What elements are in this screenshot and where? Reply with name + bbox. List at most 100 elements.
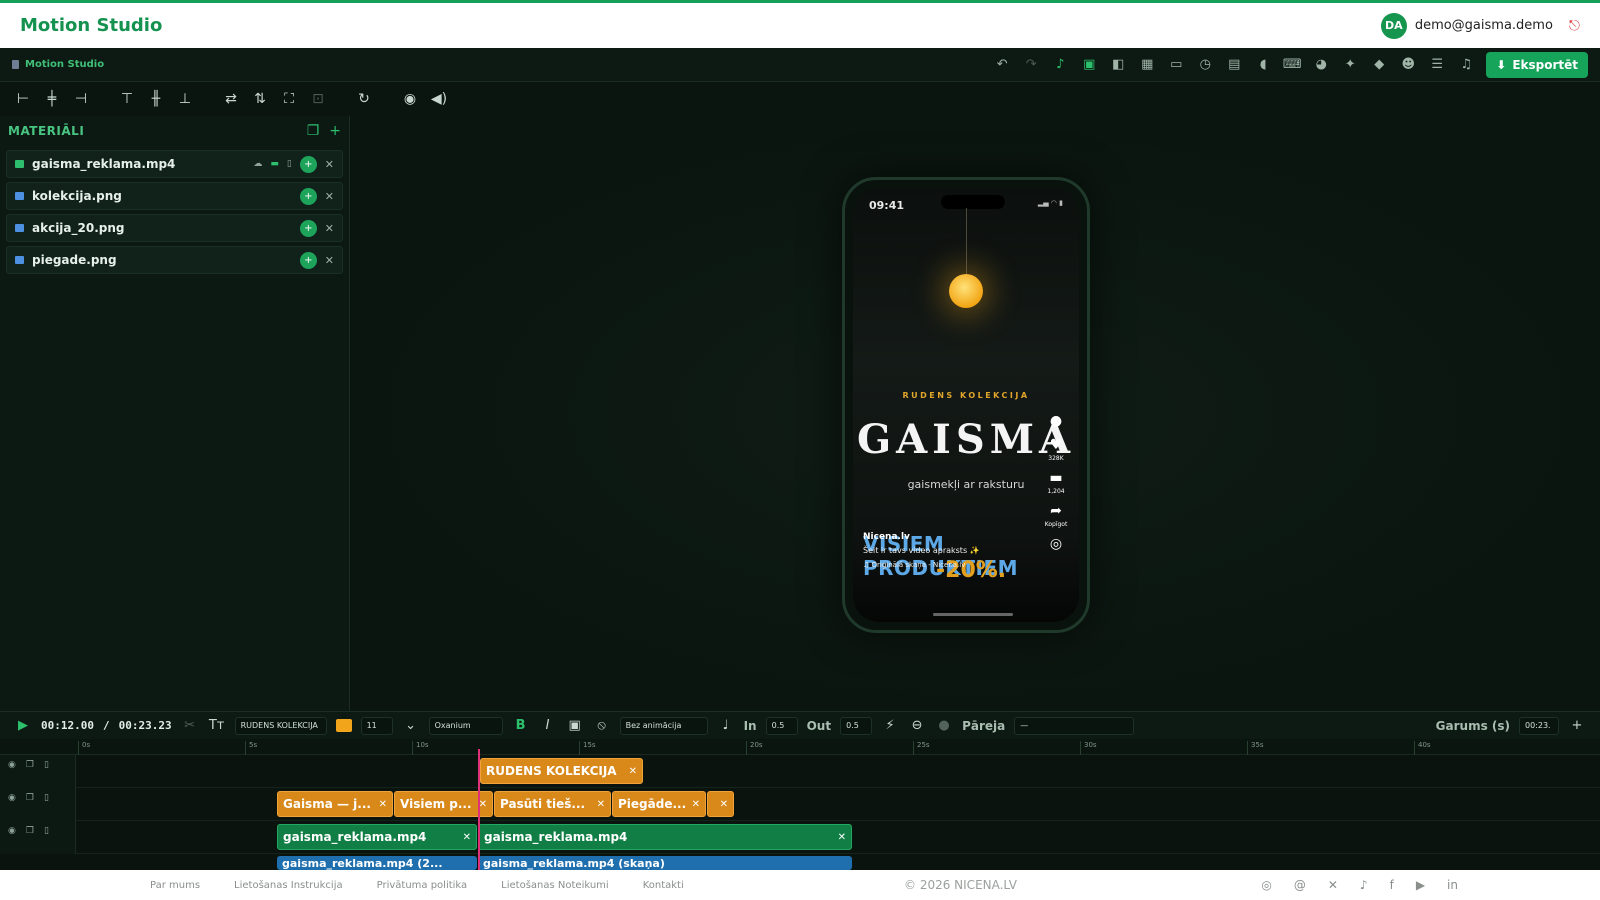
film-icon[interactable]: ▬: [270, 159, 279, 169]
color-swatch[interactable]: [335, 719, 352, 732]
eye-icon[interactable]: ◉: [8, 760, 16, 770]
italic-icon[interactable]: I: [539, 717, 557, 735]
folder-icon[interactable]: ▭: [1167, 56, 1185, 74]
logout-icon[interactable]: ⎋: [1569, 18, 1580, 34]
rotate-icon[interactable]: ↻: [355, 90, 373, 108]
robot-icon[interactable]: ☻: [1399, 56, 1417, 74]
trash-icon[interactable]: ▯: [44, 793, 49, 803]
in-input[interactable]: 0.5: [765, 716, 798, 735]
flip-vertical-icon[interactable]: ⇅: [251, 90, 269, 108]
copy-icon[interactable]: ❐: [26, 760, 34, 770]
volume-icon[interactable]: ◖: [1254, 56, 1272, 74]
no-effect-icon[interactable]: ⦸: [593, 717, 611, 735]
instagram-icon[interactable]: ◎: [1261, 878, 1271, 892]
footer-link[interactable]: Lietošanas Noteikumi: [501, 880, 609, 891]
timeline-clip[interactable]: Gaisma — j... ✕: [277, 791, 393, 817]
undo-icon[interactable]: ↶: [993, 56, 1011, 74]
duplicate-icon[interactable]: ❐: [307, 123, 320, 139]
file-icon[interactable]: ▤: [1225, 56, 1243, 74]
duration-input[interactable]: 00:23.: [1519, 716, 1559, 735]
flip-horizontal-icon[interactable]: ⇄: [222, 90, 240, 108]
playhead[interactable]: [478, 749, 480, 870]
eye-icon[interactable]: ◉: [8, 793, 16, 803]
add-icon[interactable]: +: [329, 123, 341, 139]
remove-icon[interactable]: ✕: [325, 254, 334, 267]
flash-icon[interactable]: ⚡: [881, 717, 899, 735]
out-input[interactable]: 0.5: [840, 716, 873, 735]
clip-remove-icon[interactable]: ✕: [838, 832, 846, 843]
keyboard-icon[interactable]: ⌨: [1283, 56, 1302, 74]
mirror-icon[interactable]: ◧: [1109, 56, 1127, 74]
timeline-clip[interactable]: gaisma_reklama.mp4 ✕: [478, 824, 852, 850]
animation-select[interactable]: Bez animācija: [619, 716, 708, 735]
transition-select[interactable]: —: [1014, 716, 1135, 735]
linkedin-icon[interactable]: in: [1447, 878, 1458, 892]
clip-remove-icon[interactable]: ✕: [692, 799, 700, 810]
asset-item[interactable]: piegade.png + ✕: [6, 246, 343, 274]
facebook-icon[interactable]: f: [1390, 878, 1394, 892]
fit-icon[interactable]: ⛶: [280, 90, 298, 108]
minus-circle-icon[interactable]: ⊖: [908, 717, 926, 735]
align-middle-icon[interactable]: ╫: [147, 90, 165, 108]
site-brand[interactable]: Motion Studio: [20, 15, 162, 36]
layers-icon[interactable]: ◆: [1370, 56, 1388, 74]
timeline-ruler[interactable]: 0s 5s 10s 15s 20s 25s 30s 35s 40s: [0, 739, 1600, 755]
export-button[interactable]: ⬇ Eksportēt: [1486, 51, 1588, 78]
add-to-timeline-button[interactable]: +: [299, 251, 317, 269]
drop-icon[interactable]: ●: [935, 717, 953, 735]
doc-icon[interactable]: ▯: [287, 159, 292, 169]
clip-remove-icon[interactable]: ✕: [597, 799, 605, 810]
chevron-down-icon[interactable]: ⌄: [402, 717, 420, 735]
phone-screen[interactable]: 09:41 ▂▄ ◠ ▮ RUDENS KOLEKCIJA GAISMA gai…: [853, 188, 1079, 622]
font-select[interactable]: Oxanium: [428, 716, 503, 735]
music-icon[interactable]: ♩: [717, 717, 735, 735]
user-menu[interactable]: DA demo@gaisma.demo ⎋: [1380, 12, 1580, 39]
trash-icon[interactable]: ▯: [44, 760, 49, 770]
text-box-icon[interactable]: ▣: [566, 717, 584, 735]
notes-icon[interactable]: ☰: [1428, 56, 1446, 74]
lamp-bulb[interactable]: [949, 274, 983, 308]
bell-icon[interactable]: ♫: [1457, 56, 1475, 74]
align-top-icon[interactable]: ⊤: [118, 90, 136, 108]
eye-icon[interactable]: ◉: [8, 826, 16, 836]
copy-icon[interactable]: ❐: [26, 793, 34, 803]
eye-icon[interactable]: ◉: [401, 90, 419, 108]
remove-icon[interactable]: ✕: [325, 158, 334, 171]
clip-remove-icon[interactable]: ✕: [629, 766, 637, 777]
align-bottom-icon[interactable]: ⊥: [176, 90, 194, 108]
clip-remove-icon[interactable]: ✕: [463, 832, 471, 843]
timeline-clip[interactable]: ✕: [707, 791, 734, 817]
palette-icon[interactable]: ◕: [1312, 56, 1330, 74]
asset-item[interactable]: gaisma_reklama.mp4 ☁ ▬ ▯ + ✕: [6, 150, 343, 178]
timeline-clip[interactable]: gaisma_reklama.mp4 (skaņa): [478, 856, 852, 870]
remove-icon[interactable]: ✕: [325, 222, 334, 235]
preview-kicker[interactable]: RUDENS KOLEKCIJA: [853, 391, 1079, 400]
bold-icon[interactable]: B: [512, 717, 530, 735]
footer-link[interactable]: Lietošanas Instrukcija: [234, 880, 343, 891]
add-track-icon[interactable]: +: [1568, 717, 1586, 735]
grid-icon[interactable]: ▦: [1138, 56, 1156, 74]
clip-remove-icon[interactable]: ✕: [720, 799, 728, 810]
trash-icon[interactable]: ▯: [44, 826, 49, 836]
footer-link[interactable]: Par mums: [150, 880, 200, 891]
timeline-clip[interactable]: Piegāde... ✕: [612, 791, 706, 817]
speaker-icon[interactable]: ◀): [430, 90, 448, 108]
text-input[interactable]: RUDENS KOLEKCIJA: [234, 716, 327, 735]
safe-area-icon[interactable]: ▣: [1080, 56, 1098, 74]
asset-item[interactable]: akcija_20.png + ✕: [6, 214, 343, 242]
add-to-timeline-button[interactable]: +: [299, 155, 317, 173]
threads-icon[interactable]: @: [1294, 878, 1306, 892]
cloud-icon[interactable]: ☁: [253, 159, 262, 169]
footer-link[interactable]: Privātuma politika: [377, 880, 468, 891]
tiktok-icon[interactable]: ♪: [1360, 878, 1368, 892]
redo-icon[interactable]: ↷: [1022, 56, 1040, 74]
add-to-timeline-button[interactable]: +: [299, 187, 317, 205]
timeline-clip[interactable]: RUDENS KOLEKCIJA ✕: [480, 758, 643, 784]
youtube-icon[interactable]: ▶: [1416, 878, 1425, 892]
footer-link[interactable]: Kontakti: [643, 880, 684, 891]
font-size-input[interactable]: 11: [360, 716, 393, 735]
align-center-h-icon[interactable]: ╪: [43, 90, 61, 108]
sparkles-icon[interactable]: ✦: [1341, 56, 1359, 74]
timeline-clip[interactable]: Pasūti tieš... ✕: [494, 791, 611, 817]
timeline-clip[interactable]: gaisma_reklama.mp4 (2...: [277, 856, 477, 870]
